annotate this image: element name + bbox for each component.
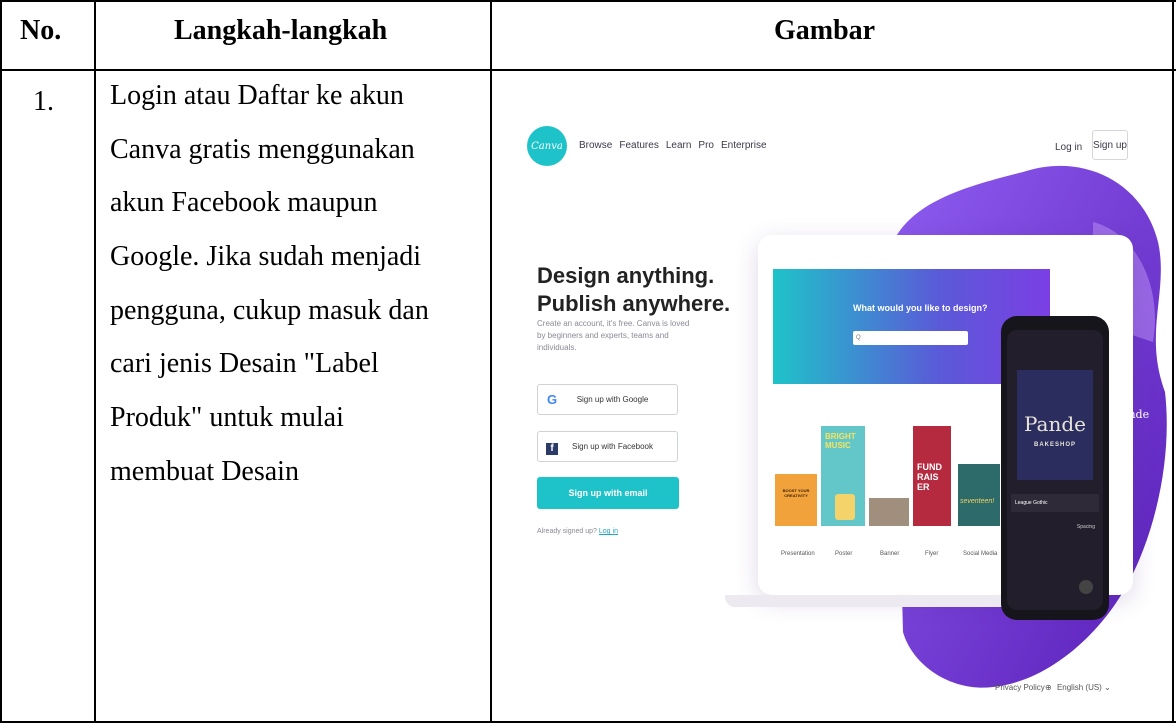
- poster-thumb-text: BRIGHT MUSIC: [825, 432, 856, 450]
- label-social-media: Social Media: [963, 551, 998, 557]
- column-divider-1: [94, 0, 96, 723]
- nav-browse[interactable]: Browse: [579, 140, 612, 151]
- flyer-thumb[interactable]: FUND RAIS ER: [913, 426, 951, 526]
- phone-mockup: Pande BAKESHOP League Gothic Spacing: [1001, 316, 1109, 620]
- hero-headline: Design anything. Publish anywhere.: [537, 262, 730, 318]
- step-line: Login atau Daftar ke akun: [110, 80, 404, 111]
- email-signup-button[interactable]: Sign up with email: [537, 477, 679, 509]
- already-login-link[interactable]: Log in: [599, 528, 618, 535]
- social-thumb-text: seventeen!: [960, 498, 995, 505]
- flyer-thumb-text: FUND RAIS ER: [917, 462, 942, 492]
- canva-logo[interactable]: Canva: [527, 126, 567, 166]
- canva-screenshot: Canva Browse Features Learn Pro Enterpri…: [493, 102, 1169, 720]
- step-description: Login atau Daftar ke akun Canva gratis m…: [110, 77, 480, 507]
- poster-thumb[interactable]: BRIGHT MUSIC: [821, 426, 865, 526]
- step-line: Canva gratis menggunakan: [110, 133, 415, 165]
- header-image: Gambar: [774, 15, 876, 46]
- presentation-thumb[interactable]: BOOST YOUR CREATIVITY: [775, 474, 817, 526]
- step-line: Produk" untuk mulai: [110, 402, 344, 434]
- top-nav: Browse Features Learn Pro Enterprise: [579, 140, 767, 151]
- header-steps: Langkah-langkah: [174, 15, 388, 46]
- phone-fab-button[interactable]: [1079, 580, 1093, 594]
- table-border-left: [0, 0, 2, 723]
- side-pande-brand: Pande: [1115, 408, 1150, 421]
- phone-font-toolbar: League Gothic: [1011, 494, 1099, 512]
- label-flyer: Flyer: [925, 551, 939, 557]
- column-divider-2: [490, 0, 492, 723]
- social-thumb[interactable]: seventeen!: [958, 464, 1000, 526]
- nav-enterprise[interactable]: Enterprise: [721, 140, 767, 151]
- header-no: No.: [20, 15, 62, 46]
- design-search-input[interactable]: Q: [853, 331, 968, 345]
- facebook-signup-button[interactable]: f Sign up with Facebook: [537, 431, 678, 462]
- presentation-thumb-text: BOOST YOUR CREATIVITY: [782, 488, 810, 498]
- step-line: Google. Jika sudah menjadi: [110, 241, 422, 273]
- phone-spacing-toolbar: Spacing: [1011, 520, 1099, 534]
- login-link[interactable]: Log in: [1055, 142, 1082, 153]
- row-number: 1.: [33, 86, 54, 117]
- headline-line-1: Design anything.: [537, 263, 715, 288]
- hero-subtext: Create an account, it's free. Canva is l…: [537, 319, 690, 352]
- facebook-icon: f: [538, 439, 566, 455]
- table-border-top: [0, 0, 1176, 2]
- already-signed-up: Already signed up? Log in: [537, 528, 618, 535]
- google-icon: G: [546, 392, 558, 407]
- label-poster: Poster: [835, 551, 853, 557]
- header-divider: [0, 69, 1176, 71]
- privacy-policy-link[interactable]: Privacy Policy: [995, 683, 1045, 692]
- nav-pro[interactable]: Pro: [698, 140, 714, 151]
- step-line: akun Facebook maupun: [110, 187, 378, 219]
- label-banner: Banner: [880, 551, 900, 557]
- poster-drum-shape: [835, 494, 855, 520]
- step-line: cari jenis Desain "Label: [110, 348, 379, 380]
- language-label: English (US): [1056, 683, 1102, 692]
- headline-line-2: Publish anywhere.: [537, 291, 731, 316]
- pande-design-card: Pande BAKESHOP: [1017, 370, 1093, 480]
- google-signup-button[interactable]: G Sign up with Google: [537, 384, 678, 415]
- phone-spacing-label[interactable]: Spacing: [1077, 524, 1095, 530]
- nav-features[interactable]: Features: [619, 140, 658, 151]
- nav-learn[interactable]: Learn: [666, 140, 692, 151]
- globe-icon: ⊕: [1045, 683, 1052, 692]
- phone-font-name[interactable]: League Gothic: [1015, 500, 1048, 506]
- banner-thumb[interactable]: [869, 498, 909, 526]
- google-signup-label: Sign up with Google: [576, 395, 649, 404]
- banner-title: What would you like to design?: [853, 303, 988, 313]
- phone-screen: Pande BAKESHOP League Gothic Spacing: [1007, 330, 1103, 610]
- pande-brand: Pande: [1023, 412, 1086, 436]
- table-border-right: [1172, 0, 1174, 723]
- step-line: pengguna, cukup masuk dan: [110, 294, 429, 326]
- already-text: Already signed up?: [537, 528, 597, 535]
- pande-subtitle: BAKESHOP: [1033, 442, 1076, 448]
- step-line: membuat Desain: [110, 455, 299, 487]
- facebook-signup-label: Sign up with Facebook: [572, 442, 653, 451]
- signup-button[interactable]: Sign up: [1092, 130, 1128, 160]
- label-presentation: Presentation: [781, 551, 815, 557]
- language-selector[interactable]: ⊕ English (US) ⌄: [1045, 683, 1111, 692]
- chevron-down-icon: ⌄: [1104, 683, 1111, 692]
